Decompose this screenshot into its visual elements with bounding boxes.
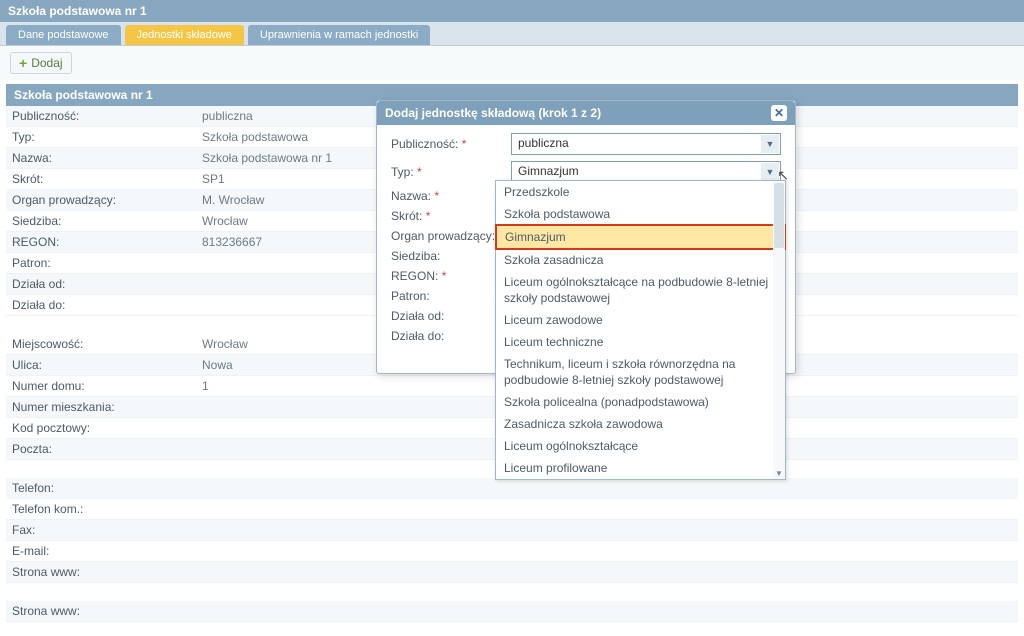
label-email: E-mail: [6,541,196,561]
dlg-label-dziala-do: Działa do: [391,329,511,343]
dropdown-item[interactable]: Szkoła podstawowa [496,203,785,225]
label-www: Strona www: [6,562,196,582]
dropdown-item[interactable]: Zasadnicza szkoła zawodowa [496,413,785,435]
label-siedziba: Siedziba: [6,211,196,231]
label-publicznosc: Publiczność: [6,106,196,126]
dropdown-item[interactable]: Liceum ogólnokształcące na podbudowie 8-… [496,271,785,309]
tab-bar: Dane podstawowe Jednostki składowe Upraw… [0,22,1024,46]
add-button-label: Dodaj [31,56,62,70]
dlg-label-nazwa: Nazwa: * [391,189,511,203]
dlg-label-publicznosc: Publiczność: * [391,137,511,151]
label-dziala-do: Działa do: [6,295,196,315]
dropdown-scrollbar[interactable]: ▼ [773,181,785,479]
value-email [196,548,1018,554]
value-fax [196,527,1018,533]
dlg-label-regon: REGON: * [391,269,511,283]
label-dziala-od: Działa od: [6,274,196,294]
scrollbar-thumb[interactable] [774,183,784,248]
tab-jednostki-skladowe[interactable]: Jednostki składowe [125,25,244,45]
dialog-close-button[interactable]: ✕ [771,105,787,121]
tab-uprawnienia[interactable]: Uprawnienia w ramach jednostki [248,25,430,45]
dlg-label-siedziba: Siedziba: [391,249,511,263]
label-regon: REGON: [6,232,196,252]
dlg-label-dziala-od: Działa od: [391,309,511,323]
dropdown-item[interactable]: Szkoła zasadnicza [496,249,785,271]
label-fax: Fax: [6,520,196,540]
dropdown-item[interactable]: Liceum profilowane [496,457,785,479]
add-button[interactable]: + Dodaj [10,52,72,74]
dropdown-item[interactable]: Liceum ogólnokształcące [496,435,785,457]
close-icon: ✕ [774,107,784,119]
label-numer-domu: Numer domu: [6,376,196,396]
label-kod: Kod pocztowy: [6,418,196,438]
dlg-label-organ: Organ prowadzący: * [391,229,511,243]
dropdown-typ[interactable]: PrzedszkoleSzkoła podstawowaGimnazjumSzk… [495,180,786,480]
dropdown-item[interactable]: Liceum techniczne [496,331,785,353]
dropdown-item[interactable]: Liceum zawodowe [496,309,785,331]
dropdown-item[interactable]: Przedszkole [496,181,785,203]
label-nazwa: Nazwa: [6,148,196,168]
toolbar: + Dodaj [0,46,1024,80]
tab-dane-podstawowe[interactable]: Dane podstawowe [6,25,121,45]
label-typ: Typ: [6,127,196,147]
label-organ: Organ prowadzący: [6,190,196,210]
label-telefon-kom: Telefon kom.: [6,499,196,519]
label-patron: Patron: [6,253,196,273]
value-telefon [196,485,1018,491]
dropdown-item[interactable]: Technikum, liceum i szkoła równorzędna n… [496,353,785,391]
dlg-label-typ: Typ: * [391,165,511,179]
label-numer-mieszkania: Numer mieszkania: [6,397,196,417]
dlg-label-skrot: Skrót: * [391,209,511,223]
value-www2 [196,608,1018,614]
label-poczta: Poczta: [6,439,196,459]
dlg-select-publicznosc[interactable]: publiczna [511,133,781,155]
value-telefon-kom [196,506,1018,512]
chevron-down-icon: ▼ [773,467,785,479]
label-miejscowosc: Miejscowość: [6,334,196,354]
label-www2: Strona www: [6,601,196,621]
dropdown-item[interactable]: Gimnazjum [495,224,786,250]
dialog-title-bar: Dodaj jednostkę składową (krok 1 z 2) ✕ [377,101,795,125]
dropdown-item[interactable]: Szkoła policealna (ponadpodstawowa) [496,391,785,413]
dialog-title-text: Dodaj jednostkę składową (krok 1 z 2) [385,106,601,120]
label-telefon: Telefon: [6,478,196,498]
chevron-down-icon: ▼ [761,163,779,181]
label-skrot: Skrót: [6,169,196,189]
chevron-down-icon: ▼ [761,135,779,153]
page-title: Szkoła podstawowa nr 1 [0,0,1024,22]
label-ulica: Ulica: [6,355,196,375]
value-www [196,569,1018,575]
plus-icon: + [19,55,27,71]
dlg-label-patron: Patron: [391,289,511,303]
